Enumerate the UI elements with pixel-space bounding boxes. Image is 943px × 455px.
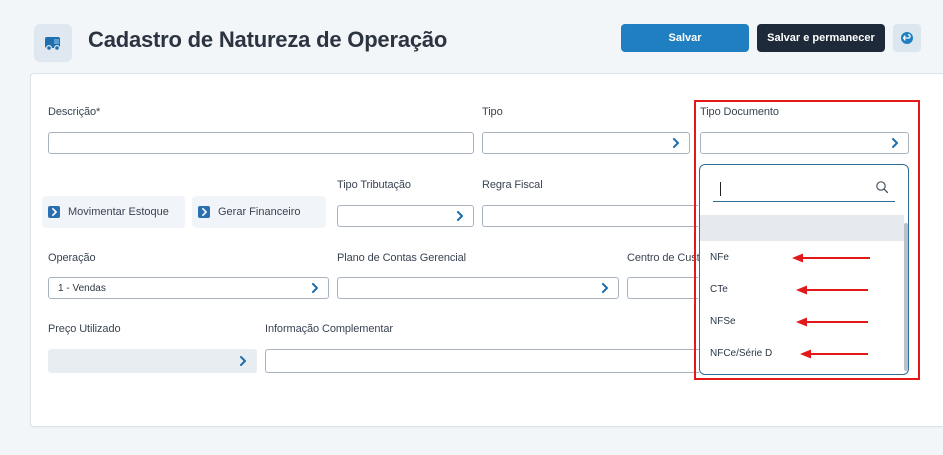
tipo-documento-label: Tipo Documento [700,106,779,118]
info-complementar-label: Informação Complementar [265,323,393,335]
dropdown-search-input[interactable] [713,177,895,202]
centro-custo-label: Centro de Custo [627,252,699,264]
tipo-tributacao-label: Tipo Tributação [337,179,411,191]
truck-icon [45,37,61,52]
descricao-input[interactable] [48,132,474,154]
tipo-select[interactable] [482,132,690,154]
check-icon [198,206,210,218]
chevron-right-icon [671,136,681,150]
regra-fiscal-select[interactable] [482,205,698,227]
chevron-right-icon [238,354,248,368]
tipo-tributacao-select[interactable] [337,205,474,227]
dropdown-option-nfce[interactable]: NFCe/Série D [710,348,772,359]
descricao-label: Descrição* [48,106,101,118]
chevron-right-icon [600,281,610,295]
dropdown-option-nfe[interactable]: NFe [710,252,729,263]
centro-custo-label-clip: Centro de Custo [627,249,699,269]
centro-custo-select[interactable] [627,277,698,299]
tipo-documento-select[interactable] [700,132,909,154]
gerar-financeiro-label: Gerar Financeiro [218,206,301,218]
regra-fiscal-label: Regra Fiscal [482,179,543,191]
back-button[interactable] [893,24,921,52]
tipo-label: Tipo [482,106,503,118]
preco-utilizado-select[interactable] [48,349,257,373]
gerar-financeiro-toggle[interactable]: Gerar Financeiro [192,196,326,228]
annotation-arrow-nfe [792,253,870,263]
plano-contas-label: Plano de Contas Gerencial [337,252,466,264]
page-title: Cadastro de Natureza de Operação [88,27,448,52]
annotation-arrow-nfce [800,349,868,359]
operacao-label: Operação [48,252,96,264]
dropdown-option-empty[interactable] [700,215,904,241]
chevron-right-icon [890,136,900,150]
text-caret [720,182,721,196]
undo-icon [901,32,913,44]
chevron-right-icon [455,209,465,223]
movimentar-estoque-label: Movimentar Estoque [68,206,169,218]
chevron-right-icon [310,281,320,295]
movimentar-estoque-toggle[interactable]: Movimentar Estoque [42,196,185,228]
search-icon [875,180,889,199]
check-icon [48,206,60,218]
annotation-arrow-nfse [796,317,868,327]
tipo-documento-dropdown: NFe CTe NFSe NFCe/Série D [699,164,909,375]
annotation-arrow-cte [796,285,868,295]
dropdown-option-cte[interactable]: CTe [710,284,728,295]
operacao-select[interactable]: 1 - Vendas [48,277,329,299]
plano-contas-select[interactable] [337,277,619,299]
preco-utilizado-label: Preço Utilizado [48,323,121,335]
info-complementar-input[interactable] [265,349,699,373]
save-button[interactable]: Salvar [621,24,749,52]
page-icon [34,24,72,62]
dropdown-scrollbar[interactable] [904,223,908,371]
save-and-stay-button[interactable]: Salvar e permanecer [757,24,885,52]
dropdown-option-nfse[interactable]: NFSe [710,316,736,327]
